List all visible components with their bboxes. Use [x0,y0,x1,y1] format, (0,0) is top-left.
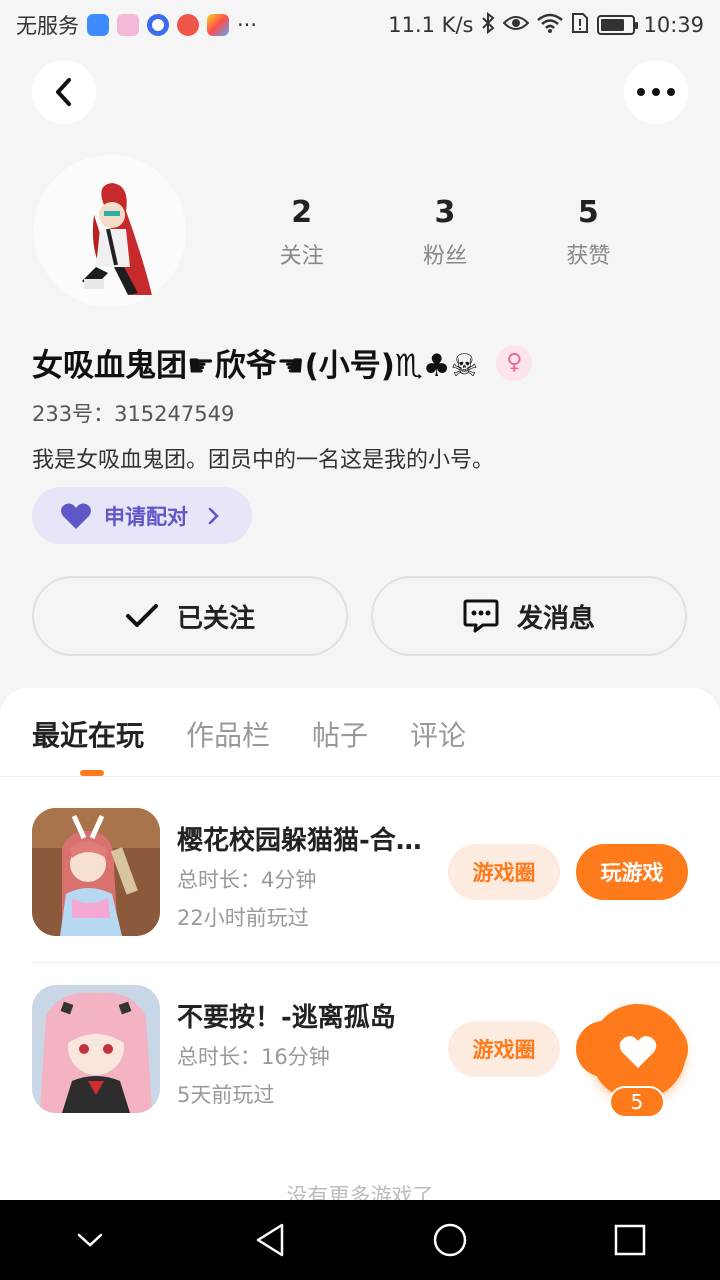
request-pair-button[interactable]: 申请配对 [32,487,252,544]
more-notifications-icon: ··· [237,13,258,37]
content-panel: 最近在玩 作品栏 帖子 评论 没有更多游戏了 [0,688,720,1208]
chevron-left-icon [56,78,71,106]
followed-button[interactable]: 已关注 [32,576,348,656]
stat-number: 3 [434,195,456,230]
game-name: 樱花校园躲猫猫-合… [177,826,422,856]
play-game-button[interactable]: 玩游戏 [576,844,688,900]
game-icon-island [32,985,160,1113]
back-button[interactable] [32,60,96,124]
circle-home-icon [433,1223,467,1257]
stat-number: 2 [291,195,313,230]
tab-posts[interactable]: 帖子 [312,714,368,754]
username-text: 女吸血鬼团☛欣爷☚(小号)♏♣☠ [32,348,479,384]
profile-stats: 2 关注 3 粉丝 5 获赞 [230,195,660,270]
game-duration: 总时长：4分钟 [177,868,317,892]
game-list-item[interactable]: 樱花校园躲猫猫-合… 总时长：4分钟 22小时前玩过 游戏圈 玩游戏 [32,808,720,938]
pair-label: 申请配对 [104,504,188,529]
stat-number: 5 [577,195,599,230]
blue-circle-app-icon [147,14,169,36]
message-label: 发消息 [516,603,595,634]
followed-label: 已关注 [176,603,255,634]
game-circle-button[interactable]: 游戏圈 [448,844,560,900]
sim-alert-icon [571,12,589,39]
pink-app-icon [117,14,139,36]
game-last-played: 22小时前玩过 [177,906,309,930]
bluetooth-icon [481,11,495,39]
stat-followers[interactable]: 3 粉丝 [373,195,516,270]
system-nav-bar [0,1200,720,1280]
stat-label: 粉丝 [422,244,467,269]
user-bio: 我是女吸血鬼团。团员中的一名这是我的小号。 [32,448,495,473]
tab-comments[interactable]: 评论 [410,714,466,754]
game-duration: 总时长：16分钟 [177,1045,330,1069]
heart-icon [619,1036,657,1068]
user-id: 233号：315247549 [32,402,235,426]
battery-icon [597,15,639,35]
tabs-divider [0,776,720,777]
red-app-icon [177,14,199,36]
avatar[interactable] [34,155,186,307]
like-count-badge: 5 [609,1086,665,1118]
wifi-icon [537,13,564,38]
nav-recents-button[interactable] [600,1210,660,1270]
status-bar: 无服务 ··· 11.1 K/s 10:39 [0,0,720,50]
nav-back-button[interactable] [240,1210,300,1270]
game-icon-sakura [32,808,160,936]
send-message-button[interactable]: 发消息 [371,576,687,656]
checkmark-icon [125,604,158,627]
nav-home-button[interactable] [420,1210,480,1270]
username: 女吸血鬼团☛欣爷☚(小号)♏♣☠ ♀ [32,340,533,385]
tab-recently-played[interactable]: 最近在玩 [32,714,144,754]
game-last-played: 5天前玩过 [177,1083,275,1107]
chevron-right-icon [208,507,219,524]
stat-likes[interactable]: 5 获赞 [517,195,660,270]
network-speed: 11.1 K/s [388,13,474,37]
stat-following[interactable]: 2 关注 [230,195,373,270]
square-recents-icon [614,1224,646,1256]
stat-label: 获赞 [566,244,611,269]
eye-icon [503,13,530,37]
shield-app-icon [87,14,109,36]
nav-collapse-button[interactable] [60,1210,120,1270]
profile-tabs: 最近在玩 作品栏 帖子 评论 [32,714,466,754]
tab-works[interactable]: 作品栏 [186,714,270,754]
more-button[interactable] [624,60,688,124]
game-name: 不要按！-逃离孤岛 [177,1003,396,1033]
heart-icon [61,503,91,529]
triangle-back-icon [256,1223,284,1257]
colorful-app-icon [207,14,229,36]
list-divider [32,962,720,963]
chat-bubble-icon [463,599,499,633]
stat-label: 关注 [279,244,324,269]
more-dots-icon [637,88,675,96]
female-gender-icon: ♀ [496,344,533,381]
game-circle-button[interactable]: 游戏圈 [448,1021,560,1077]
clock: 10:39 [643,13,704,37]
carrier-text: 无服务 [16,14,79,38]
chevron-down-icon [77,1233,103,1247]
